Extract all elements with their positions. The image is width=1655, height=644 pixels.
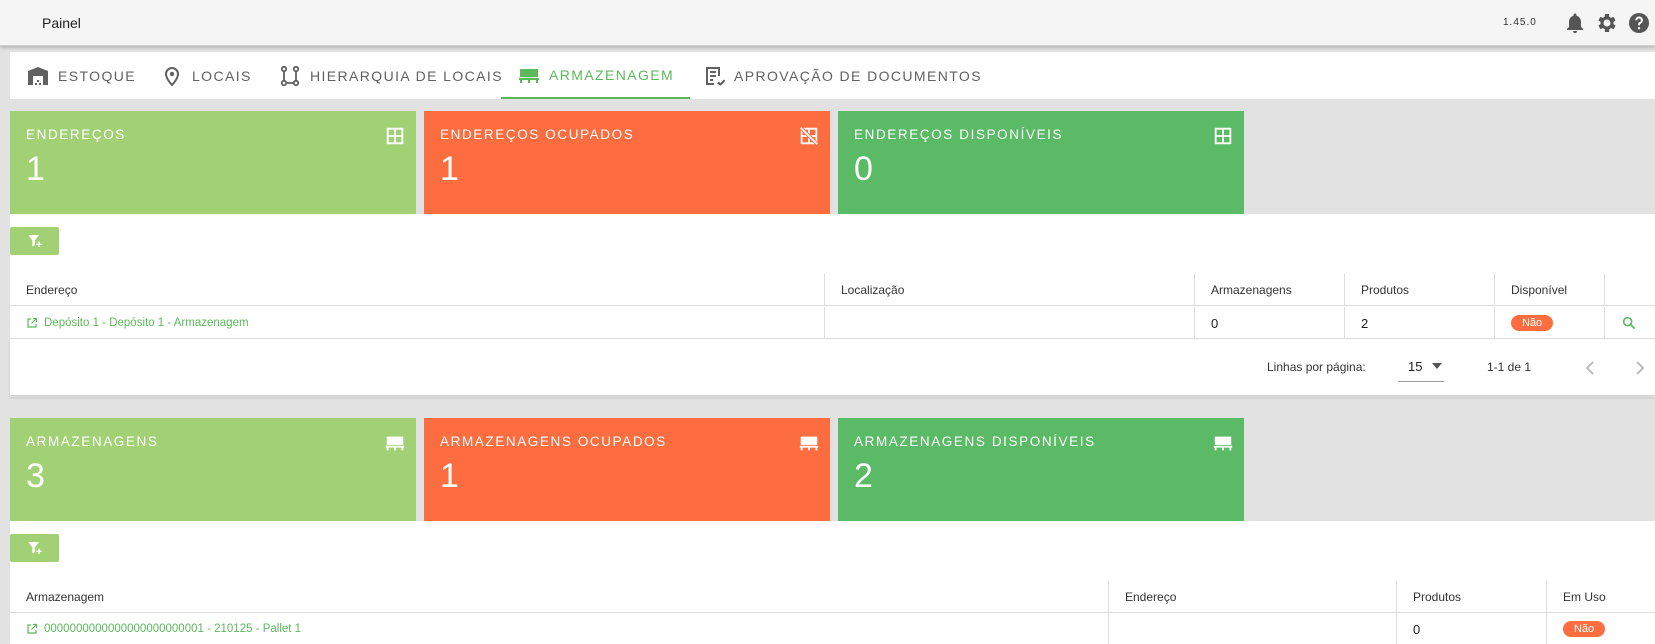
card-value: 3 [26,457,45,495]
card-label: ARMAZENAGENS DISPONÍVEIS [854,434,1096,449]
tab-aprovacao-de-documentos[interactable]: APROVAÇÃO DE DOCUMENTOS [702,52,982,99]
tab-locais[interactable]: LOCAIS [160,52,252,99]
card-label: ENDEREÇOS OCUPADOS [440,127,635,142]
endereco-link[interactable]: Depósito 1 - Depósito 1 - Armazenagem [26,317,249,329]
tab-armazenagem[interactable]: ARMAZENAGEM [501,52,691,99]
status-badge: Não [1511,315,1554,331]
tab-hierarquia-de-locais[interactable]: HIERARQUIA DE LOCAIS [278,52,503,99]
armazenagem-link[interactable]: 0000000000000000000000001 - 210125 - Pal… [26,623,301,635]
tab-estoque[interactable]: ESTOQUE [26,52,136,99]
card-armazenagens: ARMAZENAGENS 3 [10,418,416,521]
card-enderecos-ocupados: ENDEREÇOS OCUPADOS 1 [424,111,830,214]
endereco-cell [1108,613,1396,644]
card-value: 2 [854,457,873,495]
gear-icon[interactable] [1595,11,1619,35]
card-label: ARMAZENAGENS OCUPADOS [440,434,667,449]
card-enderecos: ENDEREÇOS 1 [10,111,416,214]
tab-label: HIERARQUIA DE LOCAIS [310,67,503,84]
search-icon[interactable] [1621,315,1637,331]
filter-button[interactable] [10,534,59,562]
grid-icon [1214,127,1232,145]
table-row: 0000000000000000000000001 - 210125 - Pal… [10,613,1655,644]
localizacao-cell [824,307,1194,339]
hierarchy-icon [280,65,300,86]
open-external-icon [27,317,38,328]
column-header[interactable]: Armazenagens [1194,274,1344,306]
storage-icon [799,436,819,451]
card-label: ARMAZENAGENS [26,434,159,449]
storage-icon [385,436,405,451]
card-armazenagens-disponiveis: ARMAZENAGENS DISPONÍVEIS 2 [838,418,1244,521]
column-header[interactable]: Endereço [1108,581,1396,613]
card-value: 1 [26,150,45,188]
rows-per-page-label: Linhas por página: [1267,360,1366,374]
column-header[interactable]: Em Uso [1546,581,1655,613]
page-title: Painel [42,15,81,31]
card-value: 1 [440,457,459,495]
em-uso-cell: Não [1546,613,1655,644]
card-value: 1 [440,150,459,188]
tab-label: LOCAIS [192,67,252,84]
document-approval-icon [706,66,726,86]
status-badge: Não [1563,621,1606,637]
pagination: Linhas por página: 15 1-1 de 1 [10,340,1655,396]
storage-icon [1213,436,1233,451]
endereco-cell: Depósito 1 - Depósito 1 - Armazenagem [10,307,824,339]
caret-down-icon [1432,363,1442,369]
endereco-link-text: Depósito 1 - Depósito 1 - Armazenagem [44,317,249,329]
enderecos-summary: ENDEREÇOS 1 ENDEREÇOS OCUPADOS 1 ENDEREÇ… [10,111,1655,214]
filter-add-icon [27,235,42,247]
filter-add-icon [27,542,42,554]
filter-button[interactable] [10,227,59,255]
disponivel-cell: Não [1494,307,1604,339]
chevron-left-icon[interactable] [1579,356,1603,380]
storage-icon [519,68,539,83]
column-header[interactable]: Produtos [1344,274,1494,306]
column-header[interactable]: Endereço [10,274,824,306]
grid-icon [386,127,404,145]
table-row: Depósito 1 - Depósito 1 - Armazenagem 0 … [10,307,1655,339]
armazenagens-cell: 0 [1194,307,1344,339]
location-pin-icon [164,66,180,86]
warehouse-icon [28,66,48,85]
grid-off-icon [799,126,819,146]
help-icon[interactable] [1627,11,1651,35]
card-value: 0 [854,150,873,188]
column-header[interactable]: Produtos [1396,581,1546,613]
armazenagem-link-text: 0000000000000000000000001 - 210125 - Pal… [44,623,302,635]
tab-bar: ESTOQUE LOCAIS HIERARQUIA DE LOCAIS ARMA… [10,52,1655,99]
pagination-range: 1-1 de 1 [1487,360,1532,374]
column-header-actions [1604,274,1655,306]
column-header[interactable]: Armazenagem [10,581,1108,613]
card-armazenagens-ocupados: ARMAZENAGENS OCUPADOS 1 [424,418,830,521]
card-label: ENDEREÇOS [26,127,126,142]
enderecos-table-panel: Endereço Localização Armazenagens Produt… [10,214,1655,397]
produtos-cell: 2 [1344,307,1494,339]
armazenagem-cell: 0000000000000000000000001 - 210125 - Pal… [10,613,1108,644]
rows-per-page-select[interactable]: 15 [1398,352,1444,382]
open-external-icon [27,623,38,634]
armazenagens-table-panel: Armazenagem Endereço Produtos Em Uso 000… [10,521,1655,644]
armazenagens-summary: ARMAZENAGENS 3 ARMAZENAGENS OCUPADOS 1 A… [10,418,1655,521]
table-header: Endereço Localização Armazenagens Produt… [10,274,1655,306]
card-label: ENDEREÇOS DISPONÍVEIS [854,127,1064,142]
tab-label: ARMAZENAGEM [549,66,675,83]
rows-per-page-value: 15 [1408,359,1423,374]
card-enderecos-disponiveis: ENDEREÇOS DISPONÍVEIS 0 [838,111,1244,214]
bell-icon[interactable] [1563,11,1587,35]
produtos-cell: 0 [1396,613,1546,644]
column-header[interactable]: Localização [824,274,1194,306]
top-app-bar: Painel 1.45.0 [0,0,1655,46]
actions-cell [1604,307,1655,339]
column-header[interactable]: Disponível [1494,274,1604,306]
tab-label: ESTOQUE [58,67,137,84]
app-version: 1.45.0 [1503,17,1537,28]
table-header: Armazenagem Endereço Produtos Em Uso [10,581,1655,613]
tab-label: APROVAÇÃO DE DOCUMENTOS [734,67,982,84]
chevron-right-icon[interactable] [1627,356,1651,380]
